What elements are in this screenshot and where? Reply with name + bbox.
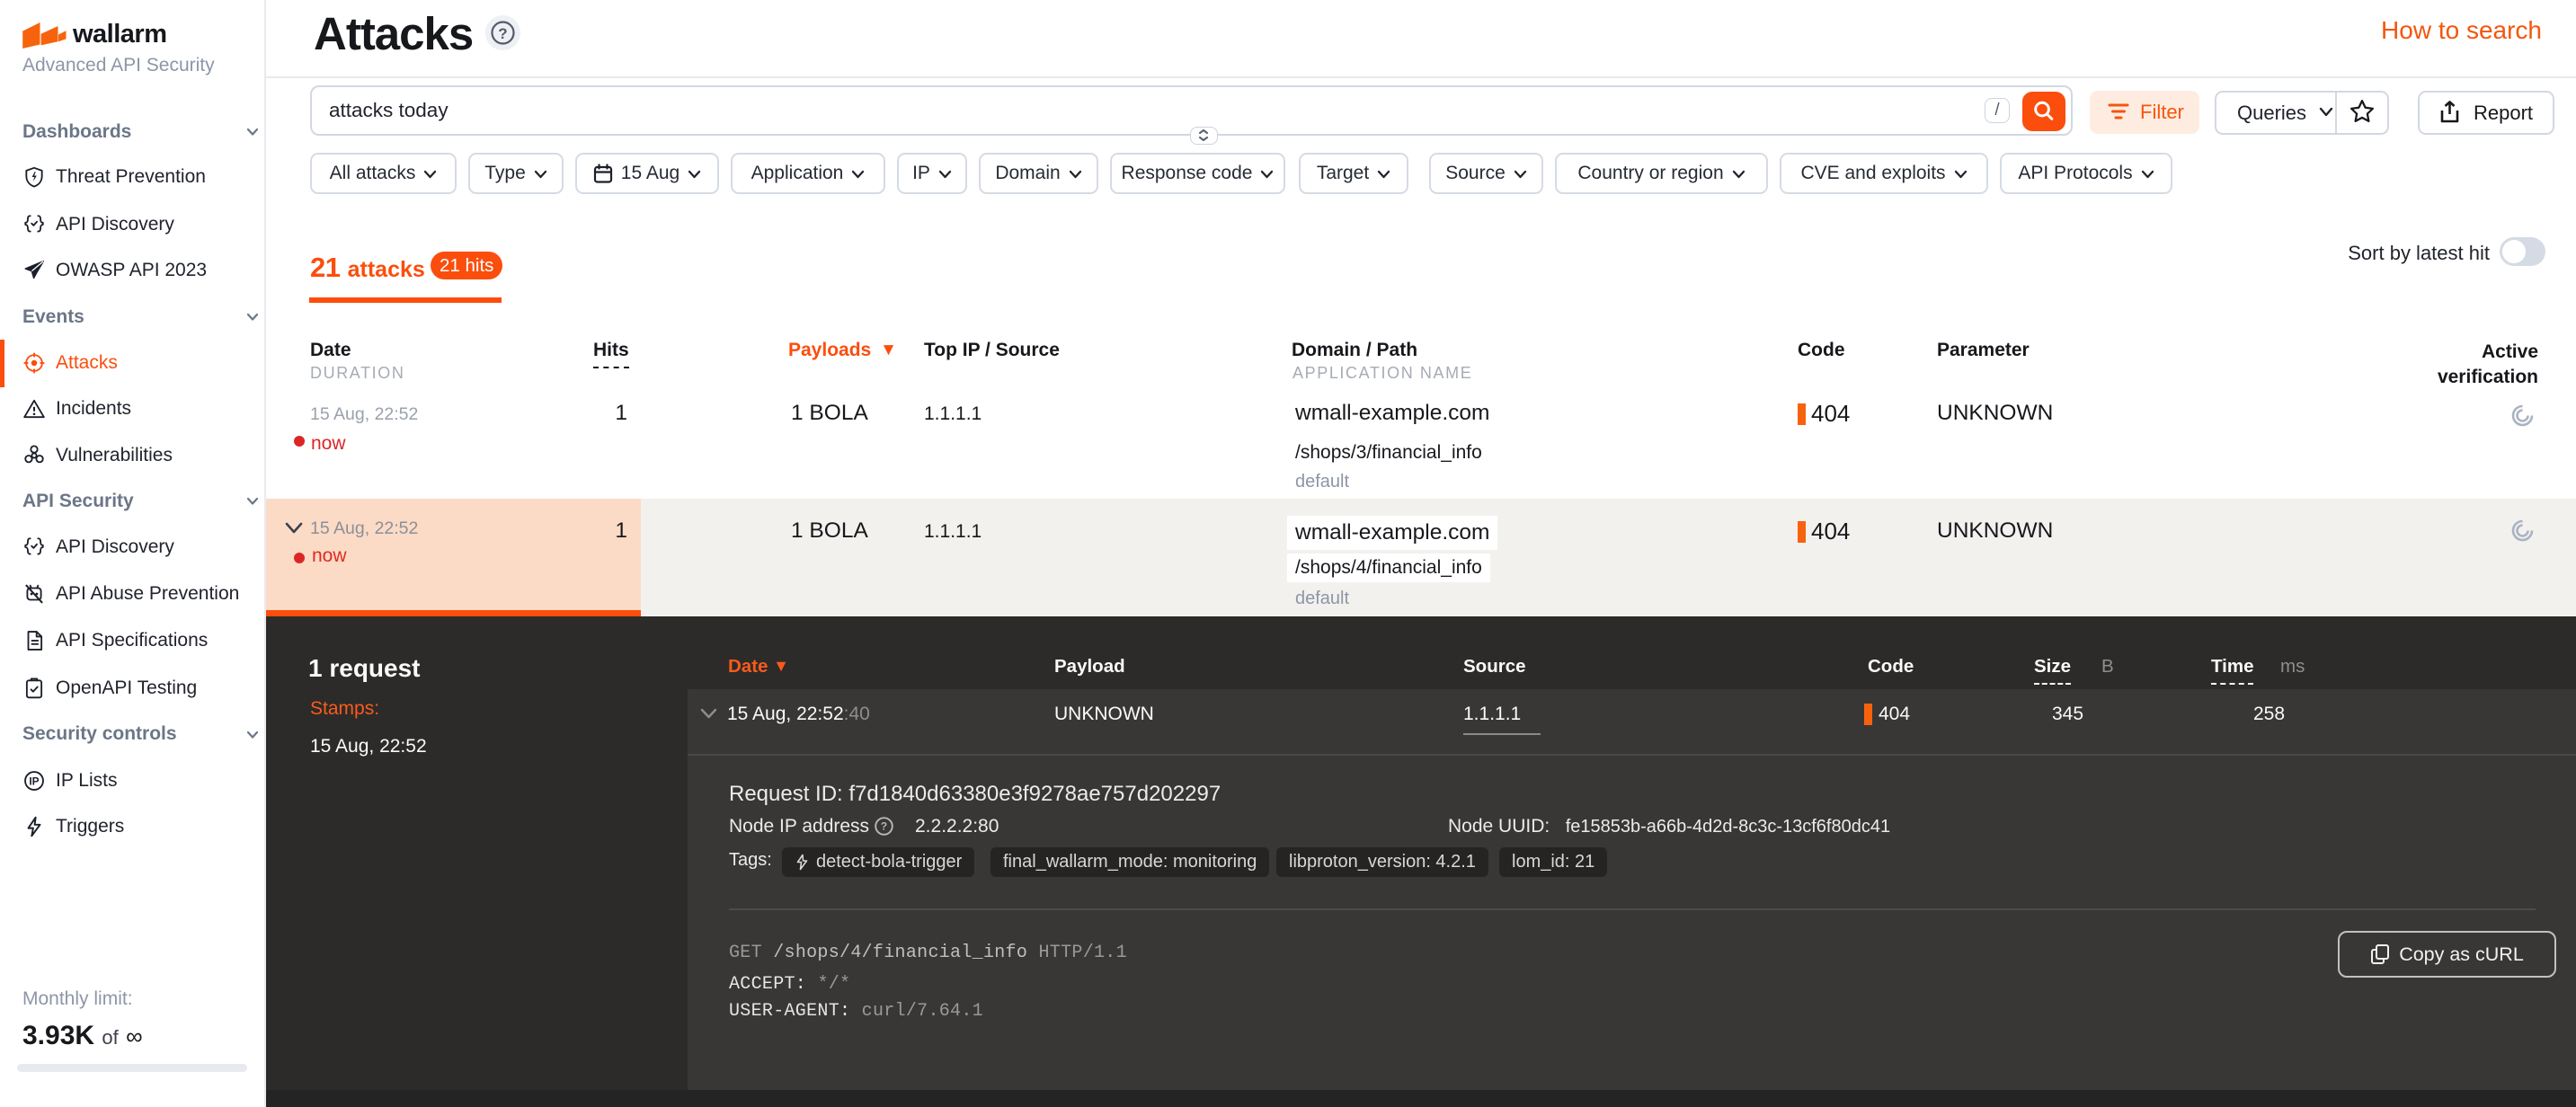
svg-text:?: ? <box>881 820 887 833</box>
svg-text:?: ? <box>498 25 507 42</box>
svg-text:IP: IP <box>29 775 39 788</box>
